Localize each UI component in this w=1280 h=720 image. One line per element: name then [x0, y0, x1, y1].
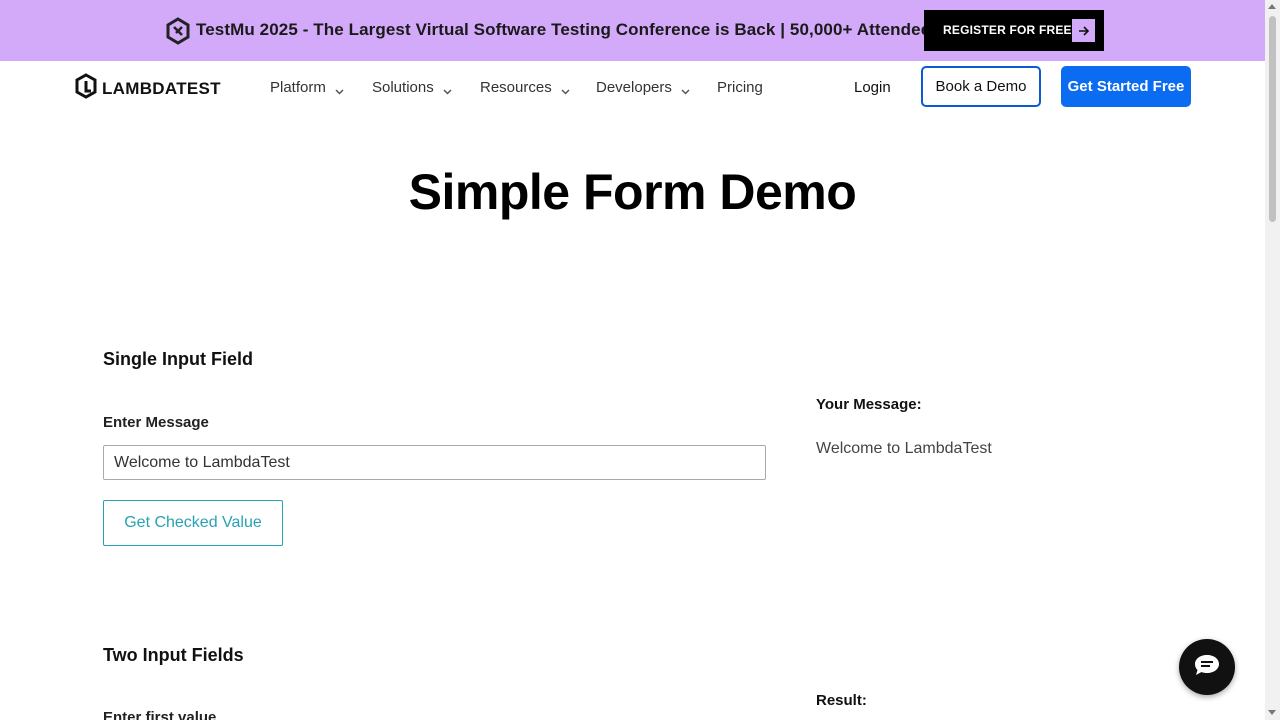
scroll-up-icon[interactable]	[1268, 4, 1276, 9]
nav-item-pricing[interactable]: Pricing	[717, 79, 763, 96]
first-value-label: Enter first value	[103, 709, 217, 720]
result-label: Result:	[816, 692, 867, 709]
brand-name: LAMBDATEST	[102, 78, 221, 98]
nav-item-label: Pricing	[717, 79, 763, 96]
nav-item-label: Solutions	[372, 79, 434, 96]
get-started-button[interactable]: Get Started Free	[1061, 66, 1191, 107]
nav-item-label: Platform	[270, 79, 326, 96]
scroll-down-icon[interactable]	[1268, 710, 1276, 715]
chevron-down-icon	[681, 83, 690, 95]
lambdatest-logo-icon	[74, 73, 98, 104]
page-scrollbar[interactable]	[1265, 0, 1280, 720]
message-input[interactable]	[103, 445, 766, 480]
chat-icon	[1193, 653, 1221, 682]
main-navigation: LAMBDATEST Platform Solutions Resources …	[0, 61, 1265, 113]
nav-item-developers[interactable]: Developers	[596, 79, 690, 96]
register-button[interactable]: REGISTER FOR FREE	[924, 10, 1104, 51]
login-link[interactable]: Login	[854, 79, 891, 96]
nav-item-platform[interactable]: Platform	[270, 79, 344, 96]
book-demo-button[interactable]: Book a Demo	[921, 66, 1041, 107]
chevron-down-icon	[335, 83, 344, 95]
nav-item-label: Resources	[480, 79, 552, 96]
nav-item-label: Developers	[596, 79, 672, 96]
single-input-heading: Single Input Field	[103, 349, 253, 369]
two-inputs-heading: Two Input Fields	[103, 645, 244, 665]
scrollbar-thumb[interactable]	[1269, 16, 1276, 222]
nav-item-resources[interactable]: Resources	[480, 79, 570, 96]
get-checked-value-button[interactable]: Get Checked Value	[103, 500, 283, 546]
arrow-right-icon	[1072, 19, 1095, 42]
announcement-banner: TestMu 2025 - The Largest Virtual Softwa…	[0, 0, 1265, 61]
chevron-down-icon	[561, 83, 570, 95]
your-message-label: Your Message:	[816, 396, 922, 413]
chevron-down-icon	[443, 83, 452, 95]
testmu-logo-icon	[165, 17, 191, 45]
banner-text: TestMu 2025 - The Largest Virtual Softwa…	[196, 20, 940, 39]
register-button-label: REGISTER FOR FREE	[943, 23, 1072, 37]
page-title: Simple Form Demo	[408, 164, 857, 220]
chat-button[interactable]	[1179, 639, 1235, 695]
your-message-value: Welcome to LambdaTest	[816, 440, 992, 457]
enter-message-label: Enter Message	[103, 414, 209, 431]
brand-logo[interactable]: LAMBDATEST	[74, 73, 221, 104]
nav-item-solutions[interactable]: Solutions	[372, 79, 452, 96]
